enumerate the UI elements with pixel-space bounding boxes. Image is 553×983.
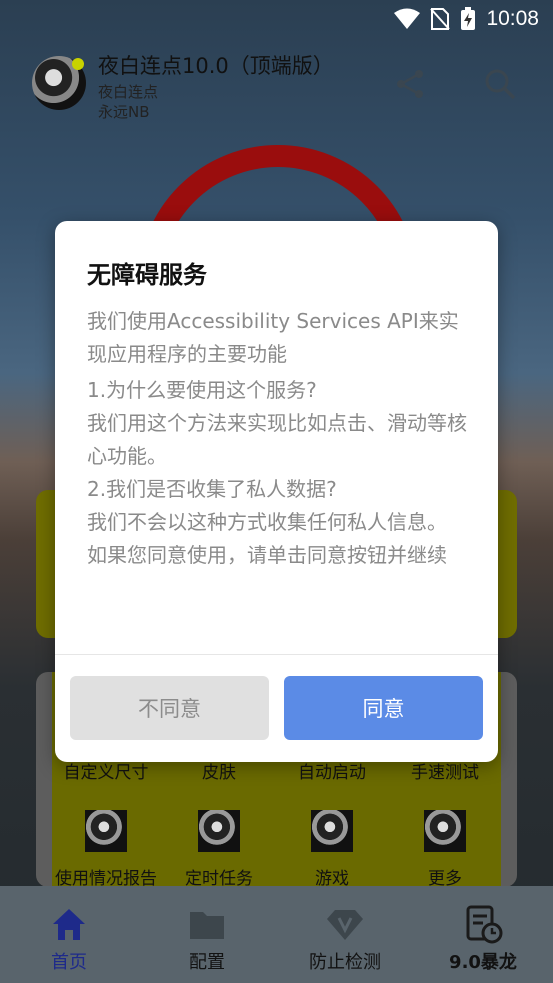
no-sim-icon	[430, 8, 451, 30]
bottom-navigation: 首页 配置 防止检测 9.0暴龙	[0, 886, 553, 983]
accept-button[interactable]: 同意	[284, 676, 483, 740]
decline-button[interactable]: 不同意	[70, 676, 269, 740]
dialog-divider	[55, 654, 498, 655]
nav-item-anti-detect[interactable]: 防止检测	[276, 886, 414, 983]
nav-label-trex: 9.0暴龙	[449, 952, 517, 973]
status-bar: 10:08	[0, 0, 553, 38]
nav-item-home[interactable]: 首页	[0, 886, 138, 983]
dialog-body: 1.为什么要使用这个服务? 我们用这个方法来实现比如点击、滑动等核心功能。 2.…	[87, 378, 467, 567]
dialog-title: 无障碍服务	[87, 261, 207, 289]
dialog-intro: 我们使用Accessibility Services API来实现应用程序的主要…	[87, 309, 459, 366]
diamond-v-icon	[327, 910, 363, 940]
nav-label-anti-detect: 防止检测	[309, 952, 381, 973]
folder-icon	[190, 912, 224, 939]
status-time: 10:08	[486, 7, 539, 30]
nav-label-home: 首页	[51, 952, 87, 973]
nav-item-config[interactable]: 配置	[138, 886, 276, 983]
wifi-icon	[394, 8, 421, 29]
battery-charging-icon	[461, 7, 476, 30]
accessibility-dialog: 无障碍服务 我们使用Accessibility Services API来实现应…	[55, 221, 498, 762]
nav-item-trex[interactable]: 9.0暴龙	[414, 886, 552, 983]
nav-label-config: 配置	[189, 952, 225, 973]
document-clock-icon	[466, 905, 503, 944]
home-icon	[53, 909, 85, 940]
